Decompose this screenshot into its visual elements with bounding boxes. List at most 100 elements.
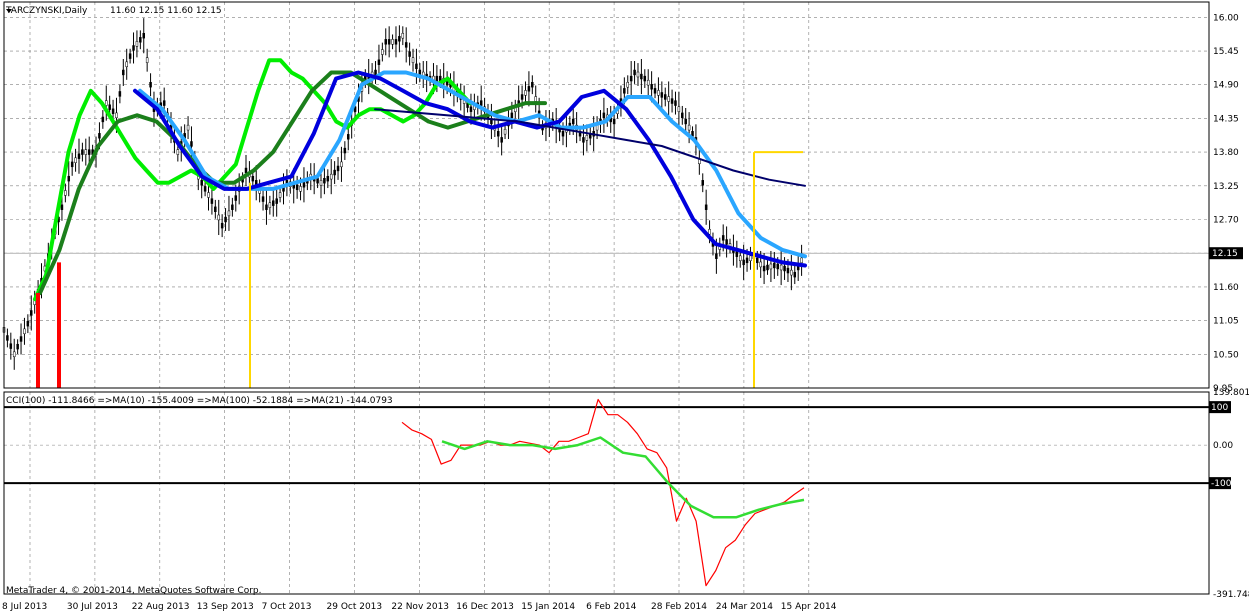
candle-body — [735, 251, 739, 257]
candle-body — [479, 100, 483, 106]
candle-body — [704, 204, 708, 210]
candle-body — [725, 239, 728, 245]
x-tick-label: 22 Nov 2013 — [391, 602, 449, 612]
x-tick-label: 15 Jan 2014 — [521, 602, 575, 612]
candle-body — [786, 267, 790, 274]
candle-body — [139, 37, 142, 43]
candle-body — [30, 310, 33, 316]
candle-body — [220, 222, 224, 229]
candle-body — [602, 112, 606, 119]
candle-body — [715, 253, 718, 259]
candle-body — [387, 39, 391, 45]
cci-tick-label: 139.8014 — [1213, 388, 1249, 398]
candle-body — [108, 104, 111, 110]
candle-body — [275, 198, 278, 204]
candle-body — [623, 88, 626, 94]
candle-body — [496, 131, 500, 137]
candle-body — [408, 51, 411, 57]
candle-body — [374, 69, 377, 76]
price-tick-label: 14.35 — [1213, 114, 1239, 124]
candle-body — [793, 271, 797, 278]
candle-body — [738, 255, 742, 262]
candle-body — [186, 124, 190, 131]
price-tick-label: 13.80 — [1213, 148, 1239, 158]
price-panel-frame — [3, 1, 1210, 389]
candle-body — [210, 198, 214, 204]
candle-body — [629, 75, 633, 82]
candle-body — [636, 71, 640, 78]
x-tick-label: 13 Sep 2013 — [197, 602, 254, 612]
candle-body — [132, 45, 135, 51]
candle-body — [684, 118, 687, 125]
candle-body — [295, 184, 299, 191]
x-tick-label: 8 Jul 2013 — [2, 602, 47, 612]
candle-body — [520, 94, 524, 100]
candle-body — [779, 264, 783, 271]
candle-body — [98, 133, 101, 139]
candle-body — [756, 257, 759, 264]
cci-ma-line — [441, 436, 805, 519]
candle-body — [435, 75, 439, 82]
price-tick-label: 13.25 — [1213, 182, 1239, 192]
candle-body — [681, 112, 684, 119]
candle-body — [783, 265, 786, 272]
candle-body — [9, 343, 13, 349]
candle-body — [299, 186, 302, 192]
candle-body — [207, 192, 210, 198]
candle-body — [272, 200, 275, 206]
symbol-label: TARCZYNSKI,Daily — [5, 6, 88, 16]
candle-body — [721, 235, 725, 241]
candle-body — [534, 96, 537, 102]
candle-body — [81, 149, 84, 155]
candle-body — [347, 134, 350, 140]
candle-body — [500, 137, 503, 143]
candle-body — [381, 49, 384, 55]
candle-body — [643, 75, 647, 82]
candle-body — [319, 180, 323, 186]
cci-label: CCI(100) -111.8466 =>MA(10) -155.4009 =>… — [6, 396, 393, 406]
candle-body — [626, 82, 630, 88]
candle-body — [77, 153, 81, 159]
candle-body — [790, 269, 793, 276]
candle-body — [650, 84, 653, 90]
candle-body — [302, 182, 306, 188]
ohlc-label: 11.60 12.15 11.60 12.15 — [110, 6, 222, 16]
current-price-label: 12.15 — [1212, 249, 1238, 259]
candle-body — [664, 94, 667, 100]
candle-body — [646, 79, 650, 86]
candle-body — [6, 335, 9, 341]
candle-body — [111, 108, 115, 114]
candle-body — [12, 351, 16, 358]
candle-body — [145, 57, 149, 63]
x-tick-label: 6 Feb 2014 — [586, 602, 637, 612]
cci-grid — [4, 392, 1209, 594]
candle-body — [234, 195, 238, 201]
cci-series — [401, 398, 805, 587]
candle-body — [16, 343, 19, 350]
candle-body — [670, 98, 674, 104]
candle-body — [503, 128, 507, 135]
candle-body — [251, 175, 255, 182]
x-tick-label: 30 Jul 2013 — [67, 602, 118, 612]
candle-body — [674, 100, 677, 106]
candle-body — [510, 112, 514, 119]
candle-body — [268, 202, 272, 208]
candle-body — [531, 82, 534, 88]
price-tick-label: 11.60 — [1213, 283, 1239, 293]
candle-body — [415, 63, 418, 70]
candle-body — [149, 82, 152, 88]
candle-body — [776, 263, 779, 270]
x-tick-label: 24 Mar 2014 — [716, 602, 773, 612]
candle-body — [398, 36, 401, 42]
candle-body — [84, 149, 88, 155]
candle-body — [231, 204, 234, 210]
candle-body — [391, 39, 394, 45]
candle-body — [217, 214, 220, 221]
candle-body — [384, 39, 388, 45]
candle-body — [527, 86, 531, 92]
price-tick-label: 11.05 — [1213, 317, 1239, 327]
candle-body — [469, 106, 473, 112]
candle-body — [224, 216, 227, 223]
x-tick-label: 29 Oct 2013 — [327, 602, 383, 612]
candle-body — [122, 69, 125, 76]
